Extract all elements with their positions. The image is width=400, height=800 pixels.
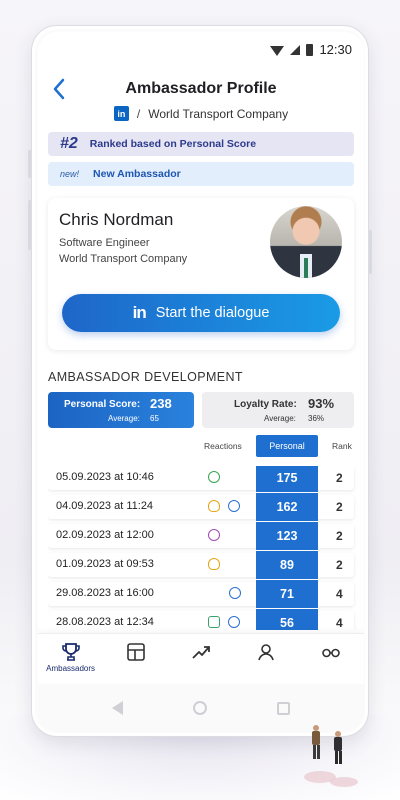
breadcrumb: in / World Transport Company (38, 106, 364, 121)
personal-score-value: 238 (150, 396, 172, 411)
row-rank: 2 (336, 471, 343, 485)
rank-number: #2 (60, 135, 78, 152)
linkedin-icon: in (132, 303, 147, 322)
breadcrumb-company: World Transport Company (148, 106, 289, 121)
idea-icon (208, 500, 220, 512)
row-rank: 4 (336, 587, 343, 601)
row-personal-score: 71 (256, 580, 318, 608)
glasses-icon (322, 648, 341, 658)
row-personal-score: 56 (256, 609, 318, 630)
comment-icon (228, 616, 240, 628)
comment-icon (228, 500, 240, 512)
table-row[interactable]: 04.09.2023 at 11:24 162 2 (48, 493, 354, 521)
row-reactions (208, 500, 240, 512)
businessmen-figurines-image (304, 725, 358, 787)
clap-icon (208, 471, 220, 483)
new-ambassador-text: New Ambassador (93, 168, 181, 180)
column-header-personal[interactable]: Personal (256, 435, 318, 457)
bottom-navigation: Ambassadors (38, 633, 364, 683)
comment-icon (229, 587, 241, 599)
row-date: 29.08.2023 at 16:00 (56, 587, 154, 599)
row-rank: 2 (336, 558, 343, 572)
wifi-icon (270, 45, 285, 56)
personal-score-card[interactable]: Personal Score: 238 Average: 65 (48, 392, 194, 428)
column-header-reactions[interactable]: Reactions (204, 441, 242, 451)
trophy-icon (61, 643, 80, 661)
nav-dashboard[interactable] (106, 642, 166, 662)
signal-icon (290, 44, 301, 55)
breadcrumb-separator: / (136, 106, 141, 121)
nav-insights[interactable] (301, 642, 361, 662)
row-personal-score: 123 (256, 522, 318, 550)
row-rank: 4 (336, 616, 343, 630)
status-time: 12:30 (319, 42, 352, 57)
row-date: 05.09.2023 at 10:46 (56, 471, 154, 483)
loyalty-rate-value: 93% (308, 396, 335, 411)
nav-label: Ambassadors (46, 664, 96, 673)
start-dialogue-button[interactable]: in Start the dialogue (62, 294, 340, 332)
profile-company: World Transport Company (59, 253, 188, 265)
row-reactions (208, 558, 220, 570)
table-row[interactable]: 05.09.2023 at 10:46 175 2 (48, 466, 354, 492)
back-nav-icon[interactable] (112, 701, 123, 715)
section-title: AMBASSADOR DEVELOPMENT (48, 370, 243, 384)
profile-role: Software Engineer (59, 237, 150, 249)
rank-badge: #2 Ranked based on Personal Score (48, 132, 354, 156)
row-date: 02.09.2023 at 12:00 (56, 529, 154, 541)
layout-icon (126, 643, 145, 661)
loyalty-rate-card[interactable]: Loyalty Rate: 93% Average: 36% (202, 392, 354, 428)
home-nav-icon[interactable] (193, 701, 207, 715)
linkedin-icon: in (113, 106, 129, 121)
table-row[interactable]: 29.08.2023 at 16:00 71 4 (48, 580, 354, 608)
battery-icon (306, 43, 314, 56)
loyalty-average-value: 36% (308, 414, 325, 423)
start-dialogue-label: Start the dialogue (155, 305, 270, 321)
nav-analytics[interactable] (171, 642, 231, 662)
support-icon (208, 616, 220, 628)
avatar-tie (304, 258, 308, 278)
love-icon (208, 529, 220, 541)
loyalty-average-label: Average: (264, 414, 296, 423)
row-personal-score: 162 (256, 493, 318, 521)
row-rank: 2 (336, 529, 343, 543)
table-row[interactable]: 02.09.2023 at 12:00 123 2 (48, 522, 354, 550)
nav-ambassadors[interactable]: Ambassadors (41, 642, 101, 673)
phone-frame: 12:30 Ambassador Profile in / World Tran… (31, 25, 369, 737)
row-date: 01.09.2023 at 09:53 (56, 558, 154, 570)
row-personal-score: 175 (256, 466, 318, 492)
row-rank: 2 (336, 500, 343, 514)
row-personal-score: 89 (256, 551, 318, 579)
profile-name: Chris Nordman (59, 210, 174, 229)
user-icon (258, 644, 274, 661)
personal-average-value: 65 (150, 414, 159, 423)
recents-nav-icon[interactable] (277, 701, 290, 715)
trend-icon (192, 646, 210, 659)
row-reactions (229, 587, 241, 599)
row-reactions (208, 529, 220, 541)
app-screen: 12:30 Ambassador Profile in / World Tran… (38, 32, 364, 732)
rank-text: Ranked based on Personal Score (89, 138, 257, 150)
activity-table: 05.09.2023 at 10:46 175 2 04.09.2023 at … (48, 466, 364, 630)
personal-average-label: Average: (108, 414, 140, 423)
page-title: Ambassador Profile (125, 80, 277, 97)
status-bar: 12:30 (270, 42, 352, 57)
table-row[interactable]: 28.08.2023 at 12:34 56 4 (48, 609, 354, 630)
table-row[interactable]: 01.09.2023 at 09:53 89 2 (48, 551, 354, 579)
avatar (270, 206, 342, 278)
column-header-rank[interactable]: Rank (332, 441, 352, 451)
nav-profile[interactable] (236, 642, 296, 662)
new-ambassador-badge: new! New Ambassador (48, 162, 354, 186)
row-date: 28.08.2023 at 12:34 (56, 616, 154, 628)
idea-icon (208, 558, 220, 570)
profile-card: Chris Nordman Software Engineer World Tr… (48, 198, 354, 350)
row-reactions (208, 471, 220, 483)
row-reactions (208, 616, 240, 628)
new-tag: new! (60, 169, 80, 179)
loyalty-rate-label: Loyalty Rate: (234, 399, 297, 410)
row-date: 04.09.2023 at 11:24 (56, 500, 154, 512)
personal-score-label: Personal Score: (64, 399, 141, 410)
